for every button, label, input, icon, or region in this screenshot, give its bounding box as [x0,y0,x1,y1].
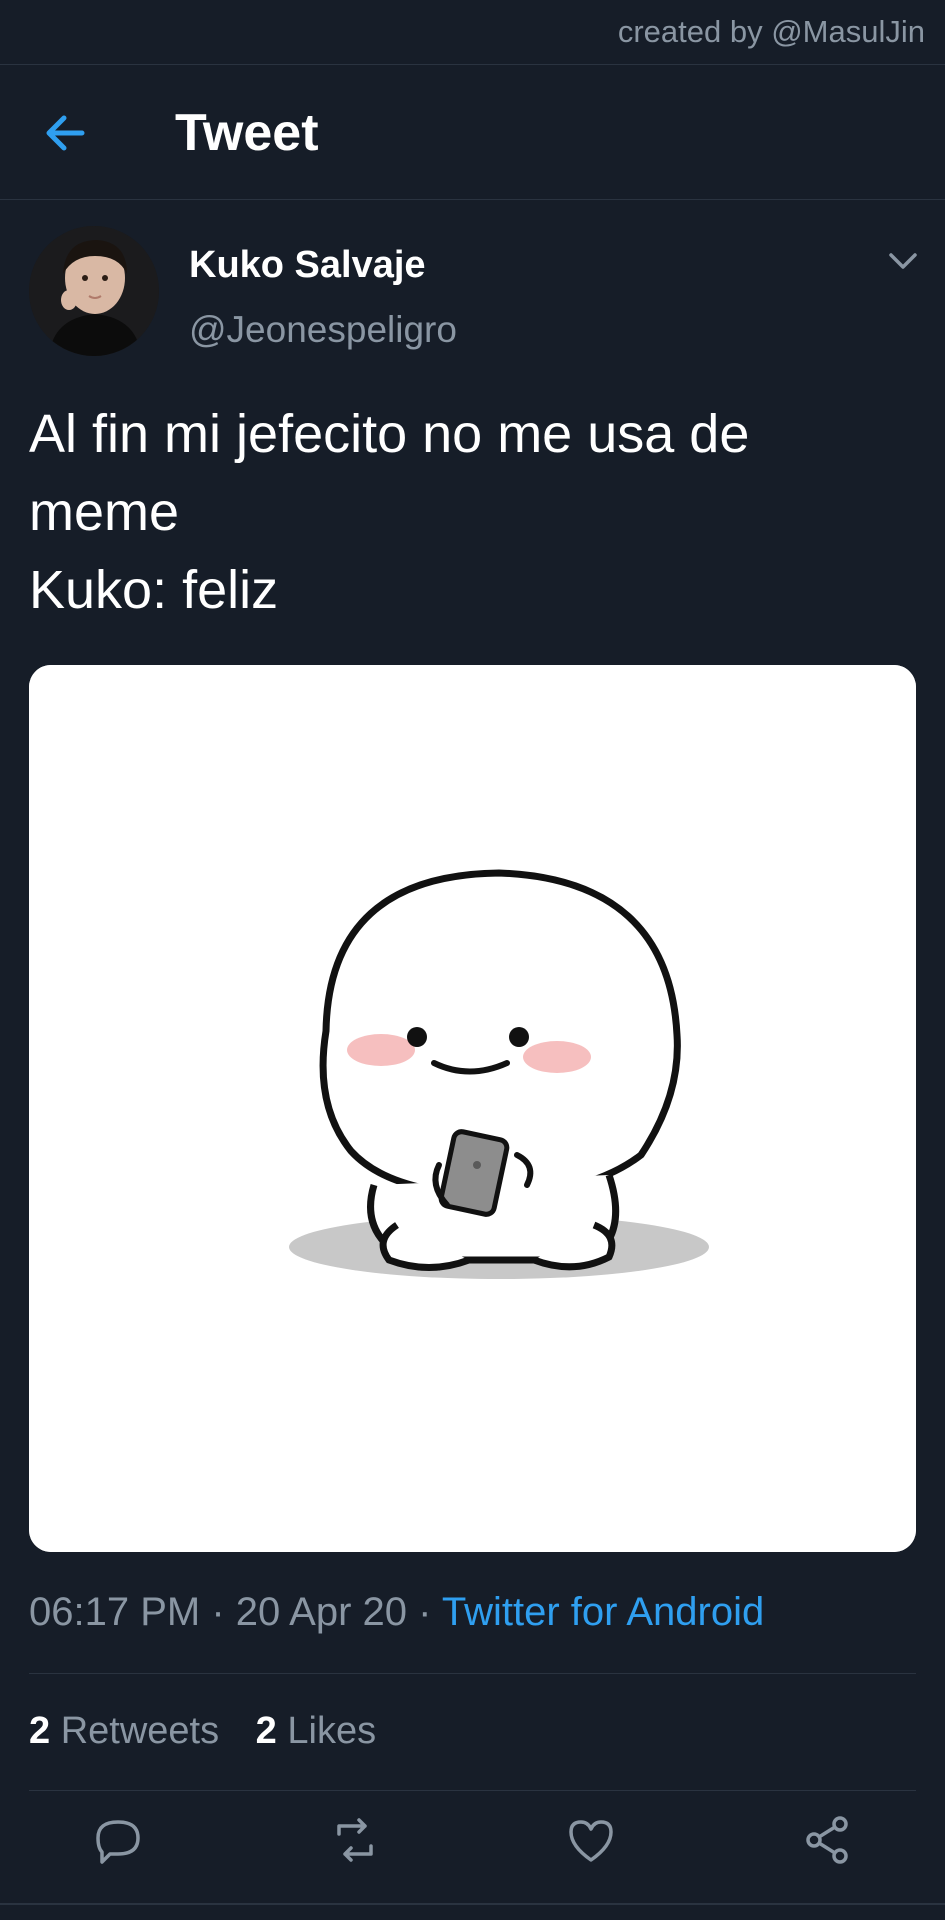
tweet-time: 06:17 PM [29,1590,201,1634]
back-button[interactable] [38,103,98,163]
credit-bar: created by @MasulJin [0,0,945,65]
avatar-photo [29,226,159,356]
chevron-down-icon [889,253,917,269]
tweet-source-link[interactable]: Twitter for Android [442,1590,764,1634]
author-name[interactable]: Kuko Salvaje [189,244,426,287]
likes-count: 2 [255,1710,277,1752]
retweets-label: Retweets [60,1710,220,1752]
retweet-button[interactable] [325,1810,385,1870]
bottom-divider [0,1903,945,1905]
retweet-icon [337,1818,373,1862]
credit-text: created by @MasulJin [617,14,925,49]
tweet-options-button[interactable] [885,246,921,276]
separator-dot: · [418,1590,442,1634]
tweet-media-image[interactable] [29,665,916,1552]
tweet-actions [0,1810,945,1880]
author-handle[interactable]: @Jeonespeligro [189,309,457,351]
like-button[interactable] [561,1810,621,1870]
reply-button[interactable] [88,1810,148,1870]
tweet-text-line: meme [29,482,180,542]
tweet-date: 20 Apr 20 [235,1590,408,1634]
separator-dot: · [211,1590,236,1634]
reply-icon [96,1820,140,1864]
tweet-stats: 2 Retweets 2 Likes [29,1710,402,1753]
page-title: Tweet [175,104,319,162]
like-heart-icon [569,1820,613,1862]
arrow-left-icon [46,115,85,151]
share-icon [806,1816,848,1864]
tweet-text: Al fin mi jefecito no me usa de meme Kuk… [29,395,909,629]
avatar[interactable] [29,226,159,356]
divider [29,1673,916,1674]
tweet-text-line: Kuko: feliz [29,560,279,620]
likes-label: Likes [287,1710,377,1752]
divider [29,1790,916,1791]
retweets-count: 2 [29,1710,51,1752]
tweet-text-line: Al fin mi jefecito no me usa de [29,404,750,464]
sticker-illustration [29,665,916,1552]
retweets-stat[interactable]: 2 Retweets [29,1710,219,1752]
header: Tweet [0,65,945,200]
tweet-meta: 06:17 PM · 20 Apr 20 · Twitter for Andro… [29,1590,764,1635]
likes-stat[interactable]: 2 Likes [256,1710,376,1752]
share-button[interactable] [798,1810,858,1870]
